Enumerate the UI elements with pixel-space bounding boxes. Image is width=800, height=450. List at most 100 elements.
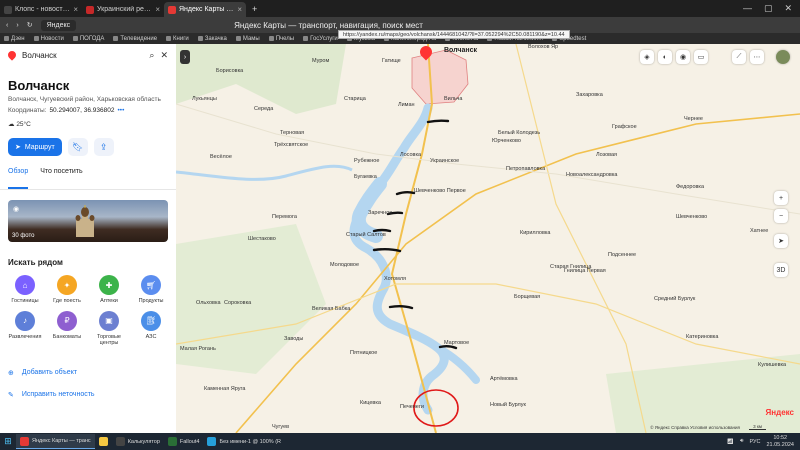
category-button[interactable]: ⛽︎ АЗС <box>130 310 172 347</box>
map-place-label[interactable]: Муром <box>312 58 329 64</box>
map-place-label[interactable]: Чугуев <box>272 424 289 430</box>
route-button[interactable]: ➤ Маршрут <box>8 138 62 156</box>
map-place-label[interactable]: Великая Бабка <box>312 306 350 312</box>
close-window-icon[interactable]: ✕ <box>784 3 792 14</box>
tab-what-to-visit[interactable]: Что посетить <box>40 168 82 189</box>
map-place-label[interactable]: Шестаково <box>248 236 276 242</box>
map-place-label[interactable]: Средний Бурлук <box>654 296 695 302</box>
category-button[interactable]: ₽ Банкоматы <box>46 310 88 347</box>
category-button[interactable]: ♪ Развлечения <box>4 310 46 347</box>
layers-icon[interactable]: ◈ <box>640 50 654 64</box>
bookmark-item[interactable]: Телевидение <box>113 36 157 42</box>
map-place-label[interactable]: Кулишевка <box>758 362 786 368</box>
map-place-label[interactable]: Юрченково <box>492 138 521 144</box>
zoom-out-button[interactable]: − <box>774 209 788 223</box>
map-place-label[interactable]: Шевченково <box>676 214 707 220</box>
map-place-label[interactable]: Шевченково Первое <box>414 188 466 194</box>
map-place-label[interactable]: Весёлое <box>210 154 232 160</box>
bookmark-item[interactable]: Новости <box>33 36 64 42</box>
ruler-icon[interactable]: ⟋ <box>732 50 746 64</box>
map-place-label[interactable]: Кицевка <box>360 400 381 406</box>
map-canvas[interactable]: Волчанск Волохов Яр Гатище Муром Борисовка Лу… <box>176 44 800 433</box>
search-input[interactable]: Волчанск <box>22 51 143 60</box>
category-button[interactable]: ✦ Где поесть <box>46 275 88 305</box>
map-place-label[interactable]: Хотомля <box>384 276 406 282</box>
taskbar-app[interactable]: Без имени-1 @ 100% (R <box>203 434 285 449</box>
map-place-label[interactable]: Трёхсвятское <box>274 142 308 148</box>
map-place-label[interactable]: Старица <box>344 96 366 102</box>
network-icon[interactable]: 📶︎ <box>727 439 734 445</box>
camera-icon[interactable]: ◉ <box>676 50 690 64</box>
collapse-panel-button[interactable]: › <box>180 50 190 64</box>
taskbar-app[interactable]: Калькулятор <box>112 434 164 449</box>
compass-icon[interactable]: ➤ <box>774 234 788 248</box>
volume-icon[interactable]: 🔊︎ <box>740 438 743 445</box>
map-place-label[interactable]: Лиман <box>398 102 415 108</box>
tab-overview[interactable]: Обзор <box>8 168 29 189</box>
map-place-label[interactable]: Перемога <box>272 214 297 220</box>
map-place-label[interactable]: Катериновка <box>686 334 718 340</box>
category-button[interactable]: ✚ Аптеки <box>88 275 130 305</box>
taskbar-app[interactable] <box>95 434 112 449</box>
forward-icon[interactable]: › <box>16 22 18 29</box>
map-place-label[interactable]: Бугаевка <box>354 174 377 180</box>
map-place-label[interactable]: Лосовка <box>400 152 421 158</box>
map-place-label[interactable]: Сороковка <box>224 300 251 306</box>
map-place-label[interactable]: Артёмовка <box>490 376 518 382</box>
search-icon[interactable]: ⌕ <box>149 50 154 61</box>
view-3d-button[interactable]: 3D <box>774 263 788 277</box>
bookmark-button[interactable]: 🔖︎ <box>67 138 88 156</box>
category-button[interactable]: ▣ Торговые центры <box>88 310 130 347</box>
map-place-label[interactable]: Волохов Яр <box>528 44 558 50</box>
map-place-label[interactable]: Белый Колодезь <box>498 130 540 136</box>
map-place-label[interactable]: Заводы <box>284 336 303 342</box>
map-place-label[interactable]: Печенеги <box>400 404 424 410</box>
transit-icon[interactable]: ▭ <box>694 50 708 64</box>
share-button[interactable]: ⇪ <box>93 138 114 156</box>
address-bar[interactable]: Яндекс <box>40 19 77 31</box>
coordinates-value[interactable]: 50.294007, 36.936802 <box>49 107 114 114</box>
map-place-label[interactable]: Лозовая <box>596 152 617 158</box>
close-tab-icon[interactable]: × <box>73 5 78 14</box>
map-place-label[interactable]: Терновая <box>280 130 304 136</box>
map-place-label[interactable]: Старый Салтов <box>346 232 386 238</box>
add-object-link[interactable]: ⊕ Добавить объект <box>0 359 176 381</box>
map-place-label[interactable]: Рубежное <box>354 158 379 164</box>
map-place-label[interactable]: Графское <box>612 124 637 130</box>
map-place-label[interactable]: Ольховка <box>196 300 221 306</box>
bookmark-item[interactable]: Мамы <box>235 36 260 42</box>
bookmark-item[interactable]: Книги <box>166 36 189 42</box>
map-place-label[interactable]: Малая Рогань <box>180 346 216 352</box>
map-place-label[interactable]: Подсеннее <box>608 252 636 258</box>
bookmark-item[interactable]: Дзен <box>4 36 25 42</box>
close-tab-icon[interactable]: × <box>237 5 242 14</box>
category-button[interactable]: 🛒︎ Продукты <box>130 275 172 305</box>
bookmark-item[interactable]: Пчелы <box>268 36 294 42</box>
fix-error-link[interactable]: ✎ Исправить неточность <box>0 381 176 403</box>
reload-icon[interactable]: ↻ <box>27 21 33 29</box>
input-language[interactable]: РУС <box>749 439 760 445</box>
map-place-label[interactable]: Новоалександровка <box>566 172 617 178</box>
map-place-label[interactable]: Петропавловка <box>506 166 545 172</box>
browser-tab-active[interactable]: Яндекс Карты — транс × <box>164 2 246 17</box>
map-place-label[interactable]: Борисовка <box>216 68 243 74</box>
map-place-label[interactable]: Новый Бурлук <box>490 402 526 408</box>
minimize-icon[interactable]: — <box>743 3 752 14</box>
traffic-icon[interactable]: ◐ <box>658 50 672 64</box>
maximize-icon[interactable]: ▢ <box>764 3 773 14</box>
new-tab-button[interactable]: + <box>246 4 263 14</box>
map-place-label[interactable]: Каменная Яруга <box>204 386 245 392</box>
map-place-label[interactable]: Хатнее <box>750 228 768 234</box>
bookmark-item[interactable]: ГосУслуги <box>303 36 338 42</box>
map-place-label[interactable]: Волчанск <box>444 47 477 55</box>
start-menu-icon[interactable]: ⊞ <box>0 433 16 450</box>
map-place-label[interactable]: Захаровка <box>576 92 603 98</box>
taskbar-app[interactable]: Яндекс Карты — транс <box>16 434 95 449</box>
map-place-label[interactable]: Заречное <box>368 210 392 216</box>
map-place-label[interactable]: Чернее <box>684 116 703 122</box>
avatar[interactable] <box>776 50 790 64</box>
photo-gallery[interactable]: ◉ 30 фото <box>8 200 168 242</box>
browser-tab[interactable]: Клопс - новости Калинин... × <box>0 2 82 17</box>
map-place-label[interactable]: Украинское <box>430 158 459 164</box>
close-icon[interactable]: ✕ <box>160 50 168 61</box>
